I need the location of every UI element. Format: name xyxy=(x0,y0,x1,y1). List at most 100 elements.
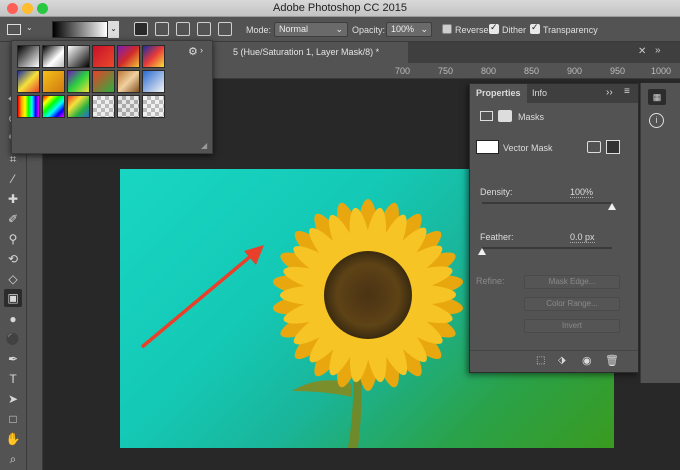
clone-stamp-tool-icon[interactable]: ⚲ xyxy=(4,230,22,248)
rectangle-tool-icon[interactable]: □ xyxy=(4,410,22,428)
select-mask-icon[interactable] xyxy=(587,141,601,153)
linear-gradient-button[interactable] xyxy=(134,22,148,36)
red-arrow-head xyxy=(244,245,264,265)
feather-slider-thumb[interactable] xyxy=(478,248,486,255)
brush-tool-icon[interactable]: ✐ xyxy=(4,210,22,228)
mask-edge-button[interactable]: Mask Edge... xyxy=(524,275,620,289)
density-slider-track[interactable] xyxy=(482,202,612,204)
tab-properties[interactable]: Properties xyxy=(470,84,527,103)
vector-mask-thumbnail[interactable] xyxy=(476,140,499,154)
dither-label: Dither xyxy=(502,25,527,35)
apply-mask-icon[interactable]: ⬗ xyxy=(558,355,566,366)
panel-icon-strip: ▦ i xyxy=(640,83,680,383)
gradient-preset-swatch[interactable] xyxy=(142,70,165,93)
layer-mask-icon[interactable] xyxy=(498,110,512,122)
blur-tool-icon[interactable]: ● xyxy=(4,310,22,328)
resize-grip-icon[interactable]: ◢ xyxy=(201,141,207,150)
ruler-tick-label: 950 xyxy=(610,66,626,76)
ruler-tick-label: 800 xyxy=(481,66,497,76)
gradient-preset-swatch[interactable] xyxy=(42,95,65,118)
path-selection-tool-icon[interactable]: ➤ xyxy=(4,390,22,408)
density-slider-thumb[interactable] xyxy=(608,203,616,210)
zoom-tool-icon[interactable]: ⌕ xyxy=(4,450,22,468)
document-tab[interactable]: 5 (Hue/Saturation 1, Layer Mask/8) * xyxy=(213,42,408,63)
eraser-tool-icon[interactable]: ◇ xyxy=(4,270,22,288)
history-brush-tool-icon[interactable]: ⟲ xyxy=(4,250,22,268)
feather-value[interactable]: 0.0 px xyxy=(570,232,595,243)
pen-tool-icon[interactable]: ✒ xyxy=(4,350,22,368)
mode-label: Mode: xyxy=(246,25,272,35)
gradient-preset-swatch[interactable] xyxy=(142,95,165,118)
title-bar: Adobe Photoshop CC 2015 xyxy=(0,0,680,17)
document-tab-title: 5 (Hue/Saturation 1, Layer Mask/8) * xyxy=(233,47,380,57)
gradient-preset-swatch[interactable] xyxy=(17,70,40,93)
gradient-preset-swatch[interactable] xyxy=(67,70,90,93)
gradient-preset-swatch[interactable] xyxy=(67,45,90,68)
density-label: Density: xyxy=(480,187,513,197)
reflected-gradient-button[interactable] xyxy=(197,22,211,36)
gradient-tool-icon[interactable]: ▣ xyxy=(4,289,22,307)
type-tool-icon[interactable]: T xyxy=(4,370,22,388)
reverse-checkbox[interactable] xyxy=(442,24,452,34)
reverse-label: Reverse xyxy=(455,25,489,35)
healing-brush-tool-icon[interactable]: ✚ xyxy=(4,190,22,208)
pixel-mask-icon[interactable] xyxy=(480,111,493,121)
properties-footer: ⬚ ⬗ ◉ 🗑 xyxy=(470,350,638,372)
gradient-tool-icon xyxy=(7,24,21,35)
gradient-preset-swatch[interactable] xyxy=(17,45,40,68)
gradient-preset-swatch[interactable] xyxy=(117,95,140,118)
hand-tool-icon[interactable]: ✋ xyxy=(4,430,22,448)
angle-gradient-button[interactable] xyxy=(176,22,190,36)
properties-panel-icon[interactable]: ▦ xyxy=(648,89,666,105)
density-value[interactable]: 100% xyxy=(570,187,594,198)
gradient-editor-swatch[interactable] xyxy=(52,21,108,38)
ruler-tick-label: 900 xyxy=(567,66,583,76)
window-title: Adobe Photoshop CC 2015 xyxy=(273,2,407,14)
gradient-preset-swatch[interactable] xyxy=(117,70,140,93)
eye-icon[interactable]: ◉ xyxy=(582,354,592,367)
gradient-preset-swatch[interactable] xyxy=(17,95,40,118)
properties-tabs: Properties Info ›› ≡ xyxy=(470,84,638,103)
tab-info[interactable]: Info xyxy=(526,84,553,103)
properties-panel: Properties Info ›› ≡ Masks Vector Mask D… xyxy=(469,83,639,373)
collapse-panel-icon[interactable]: ›› xyxy=(606,87,613,98)
invert-button[interactable]: Invert xyxy=(524,319,620,333)
gradient-preset-swatch[interactable] xyxy=(42,45,65,68)
color-range-button[interactable]: Color Range... xyxy=(524,297,620,311)
ruler-tick-label: 850 xyxy=(524,66,540,76)
sunflower-center xyxy=(324,251,412,339)
vector-mask-select-icon[interactable] xyxy=(606,140,620,154)
trash-icon[interactable]: 🗑 xyxy=(605,354,619,367)
ruler-tick-label: 750 xyxy=(438,66,454,76)
gradient-preset-swatch[interactable] xyxy=(92,45,115,68)
mode-select[interactable]: Normal ⌄ xyxy=(274,22,348,37)
gear-icon[interactable]: ⚙ xyxy=(188,45,198,58)
tool-preset-picker[interactable]: ⌄ xyxy=(7,22,37,37)
dodge-tool-icon[interactable]: ⚫ xyxy=(4,330,22,348)
gradient-preset-swatch[interactable] xyxy=(92,70,115,93)
gradient-preset-swatch[interactable] xyxy=(67,95,90,118)
gradient-dropdown-button[interactable]: ⌄ xyxy=(108,21,119,38)
tab-properties-label: Properties xyxy=(476,88,521,98)
options-bar: ⌄ ⌄ Mode: Normal ⌄ Opacity: 100% ⌄ Rever… xyxy=(0,17,680,42)
ruler-tick-label: 1000 xyxy=(651,66,672,76)
close-panel-icon[interactable]: ✕ xyxy=(638,46,646,57)
mode-select-value: Normal xyxy=(279,24,309,34)
gradient-preset-swatch[interactable] xyxy=(92,95,115,118)
dither-checkbox[interactable] xyxy=(489,22,499,34)
opacity-field[interactable]: 100% ⌄ xyxy=(386,22,432,37)
gradient-preset-swatch[interactable] xyxy=(142,45,165,68)
gradient-picker-popup: ⚙ › ◢ xyxy=(11,40,213,154)
gradient-preset-swatch[interactable] xyxy=(42,70,65,93)
collapse-panel-icon[interactable]: » xyxy=(655,45,661,56)
load-selection-icon[interactable]: ⬚ xyxy=(536,355,545,366)
radial-gradient-button[interactable] xyxy=(155,22,169,36)
info-icon[interactable]: i xyxy=(649,113,664,128)
feather-slider-track[interactable] xyxy=(482,247,612,249)
gradient-preset-swatch[interactable] xyxy=(117,45,140,68)
panel-menu-icon[interactable]: ≡ xyxy=(624,86,630,97)
eyedropper-tool-icon[interactable]: ⁄ xyxy=(4,170,22,188)
diamond-gradient-button[interactable] xyxy=(218,22,232,36)
transparency-checkbox[interactable] xyxy=(530,22,540,34)
ruler-tick-label: 700 xyxy=(395,66,411,76)
